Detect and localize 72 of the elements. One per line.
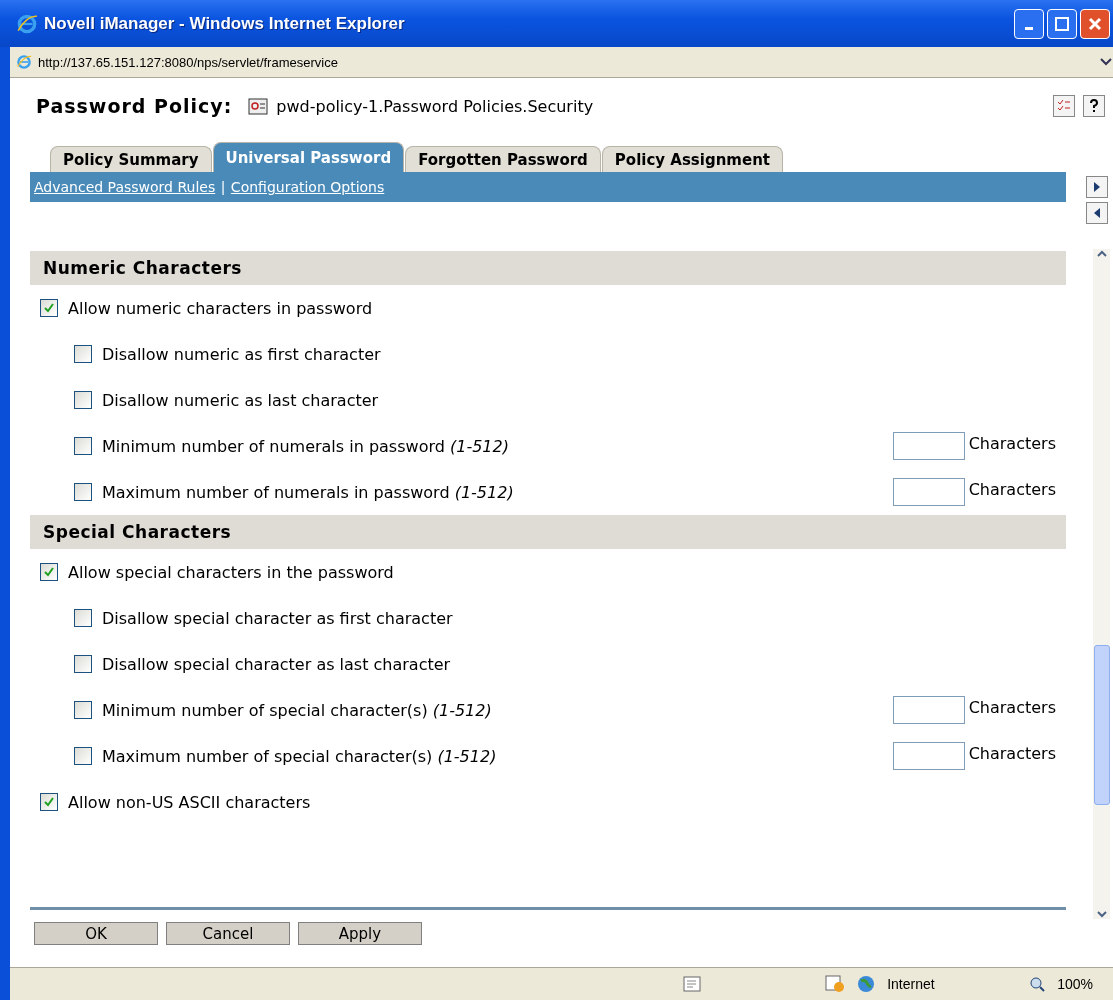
tab[interactable]: Policy Summary (50, 146, 212, 172)
option-label: Maximum number of numerals in password (1-512) (102, 482, 515, 502)
help-icon (1089, 99, 1099, 113)
tab[interactable]: Policy Assignment (601, 146, 783, 172)
tab[interactable]: Forgotten Password (405, 146, 601, 172)
checkmark-icon (43, 566, 55, 578)
policy-object-name: pwd-policy-1.Password Policies.Security (276, 96, 595, 116)
page-icon (683, 976, 702, 992)
unit-label: Characters (968, 743, 1056, 763)
scroll-left-icon[interactable] (1086, 202, 1108, 224)
count-field[interactable] (892, 696, 965, 724)
checkmark-icon (43, 302, 55, 314)
minimize-icon (1025, 27, 1033, 30)
option-label: Allow non-US ASCII characters (68, 792, 312, 812)
dialog-button[interactable]: Apply (298, 922, 422, 945)
zoom-level[interactable]: 100% (1057, 976, 1093, 992)
subnav-link[interactable]: Configuration Options (230, 179, 385, 195)
window-title: Novell iManager - Windows Internet Explorer (44, 13, 406, 34)
checkbox[interactable] (74, 483, 92, 501)
checkmark-icon (43, 796, 55, 808)
checkbox[interactable] (40, 793, 58, 811)
maximize-button[interactable] (1047, 8, 1077, 39)
zone-label: Internet (887, 976, 936, 992)
link-separator: | (221, 179, 225, 195)
option-label: Disallow special character as last character (102, 654, 452, 674)
option-label: Minimum number of special character(s) (1-512) (102, 700, 493, 720)
scroll-up-icon[interactable] (1095, 249, 1108, 259)
option-label: Allow numeric characters in password (68, 298, 374, 318)
browser-logo-icon (16, 12, 38, 35)
checkbox[interactable] (74, 609, 92, 627)
checkbox[interactable] (40, 563, 58, 581)
maximize-icon (1055, 16, 1069, 31)
tab[interactable]: Universal Password (212, 142, 405, 172)
checkbox[interactable] (74, 747, 92, 765)
checkbox[interactable] (74, 655, 92, 673)
scrollbar[interactable] (1093, 249, 1110, 919)
unit-label: Characters (968, 479, 1056, 499)
option-label: Minimum number of numerals in password (1-512) (102, 436, 510, 456)
count-field[interactable] (892, 478, 965, 506)
close-button[interactable] (1080, 8, 1110, 39)
scroll-down-icon[interactable] (1095, 909, 1108, 919)
option-label: Disallow numeric as last character (102, 390, 380, 410)
section-title: Special Characters (43, 522, 232, 542)
dialog-button[interactable]: Cancel (166, 922, 290, 945)
close-icon (1088, 16, 1102, 31)
help-button[interactable] (1083, 95, 1105, 117)
page-title: Password Policy: (36, 95, 233, 117)
option-label: Maximum number of special character(s) (1-512) (102, 746, 498, 766)
option-label: Disallow numeric as first character (102, 344, 382, 364)
option-label: Allow special characters in the password (68, 562, 395, 582)
checkbox[interactable] (74, 701, 92, 719)
checkbox[interactable] (40, 299, 58, 317)
policy-icon (248, 96, 271, 116)
dialog-button[interactable]: OK (34, 922, 158, 945)
checkbox[interactable] (74, 345, 92, 363)
scroll-right-icon[interactable] (1086, 176, 1108, 198)
globe-icon (857, 975, 876, 993)
zoom-icon[interactable] (1029, 976, 1046, 992)
section-title: Numeric Characters (43, 258, 242, 278)
subnav-link[interactable]: Advanced Password Rules (34, 179, 216, 195)
checkbox[interactable] (74, 437, 92, 455)
unit-label: Characters (968, 697, 1056, 717)
option-label: Disallow special character as first character (102, 608, 454, 628)
unit-label: Characters (968, 433, 1056, 453)
scrollbar-thumb[interactable] (1094, 645, 1110, 805)
checklist-icon[interactable] (1053, 95, 1075, 117)
count-field[interactable] (892, 432, 965, 460)
minimize-button[interactable] (1014, 8, 1044, 39)
browser-logo-icon (16, 54, 32, 70)
checkbox[interactable] (74, 391, 92, 409)
warning-icon (825, 975, 846, 993)
count-field[interactable] (892, 742, 965, 770)
